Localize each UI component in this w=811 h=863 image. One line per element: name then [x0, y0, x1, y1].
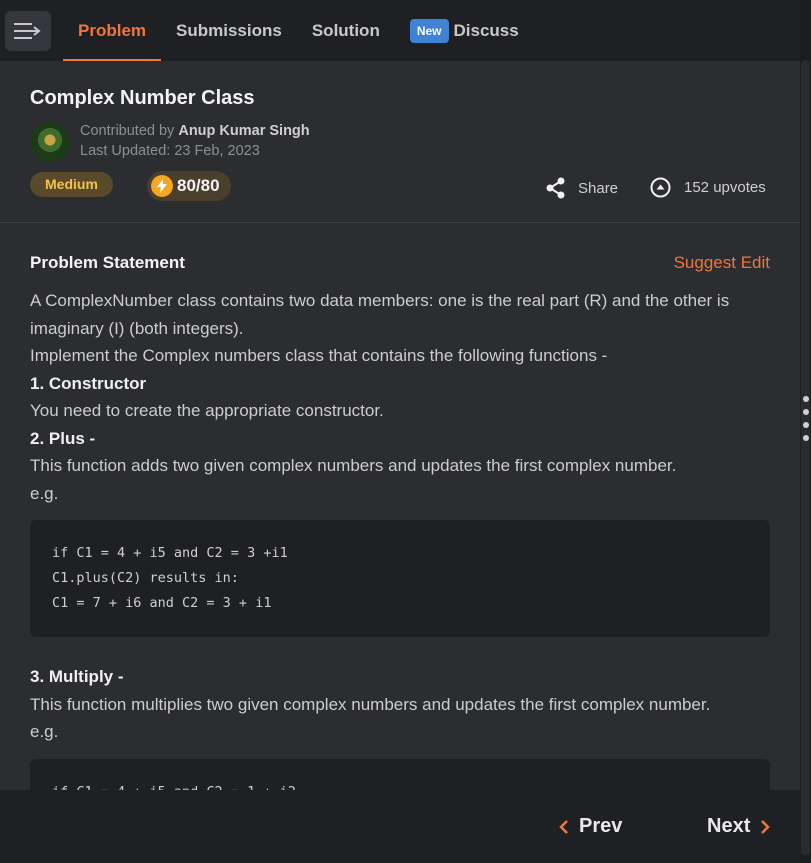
plus-text: This function adds two given complex num…	[30, 456, 677, 475]
share-label: Share	[578, 179, 619, 197]
suggest-edit-link[interactable]: Suggest Edit	[674, 253, 770, 273]
panel-resize-handle[interactable]	[803, 396, 809, 448]
author-avatar	[30, 122, 70, 162]
lightning-icon	[151, 175, 173, 197]
prev-label: Prev	[579, 815, 623, 837]
score-value: 80/80	[177, 176, 220, 195]
scrollbar[interactable]	[801, 60, 810, 855]
tab-submissions[interactable]: Submissions	[176, 0, 282, 61]
next-button[interactable]: Next	[707, 815, 772, 838]
tab-problem[interactable]: Problem	[62, 0, 162, 61]
constructor-text: You need to create the appropriate const…	[30, 401, 384, 420]
menu-collapse-icon	[14, 22, 41, 39]
new-badge: New	[409, 18, 449, 43]
problem-statement-heading: Problem Statement	[30, 253, 185, 272]
multiply-text: This function multiplies two given compl…	[30, 694, 711, 714]
tab-solution[interactable]: Solution	[312, 0, 380, 61]
next-label: Next	[707, 815, 751, 837]
score-badge: 80/80	[147, 171, 231, 201]
share-button[interactable]: Share	[545, 177, 618, 199]
prev-button[interactable]: Prev	[557, 815, 622, 838]
chevron-right-icon	[761, 819, 771, 834]
share-icon	[546, 177, 565, 199]
contributed-prefix: Contributed by	[80, 123, 175, 139]
plus-heading: 2. Plus -	[30, 428, 96, 448]
tab-discuss[interactable]: New Discuss	[409, 0, 519, 61]
constructor-heading: 1. Constructor	[30, 373, 147, 393]
statement-implement: Implement the Complex numbers class that…	[30, 346, 608, 365]
upvote-count: 152 upvotes	[684, 179, 766, 196]
tab-discuss-label: Discuss	[453, 20, 519, 40]
difficulty-badge: Medium	[30, 172, 113, 197]
last-updated: Last Updated: 23 Feb, 2023	[80, 143, 260, 159]
example-label: e.g.	[30, 483, 59, 503]
footer-navigation: Prev Next	[0, 790, 800, 863]
statement-intro: A ComplexNumber class contains two data …	[30, 291, 730, 338]
problem-title: Complex Number Class	[30, 87, 255, 109]
chevron-left-icon	[559, 819, 568, 834]
problem-header: Complex Number Class Contributed by Anup…	[0, 61, 800, 223]
example-label: e.g.	[30, 722, 59, 741]
multiply-heading: 3. Multiply -	[30, 667, 124, 686]
menu-toggle-button[interactable]	[5, 10, 51, 51]
upvote-icon	[650, 177, 671, 198]
contributor-line: Contributed by Anup Kumar Singh	[80, 123, 310, 139]
code-block-plus: if C1 = 4 + i5 and C2 = 3 +i1 C1.plus(C2…	[30, 520, 770, 637]
author-name[interactable]: Anup Kumar Singh	[178, 123, 309, 139]
problem-statement: Problem Statement Suggest Edit A Complex…	[30, 253, 770, 826]
upvote-button[interactable]: 152 upvotes	[650, 177, 766, 198]
top-navigation: Problem Submissions Solution New Discuss	[0, 0, 800, 61]
